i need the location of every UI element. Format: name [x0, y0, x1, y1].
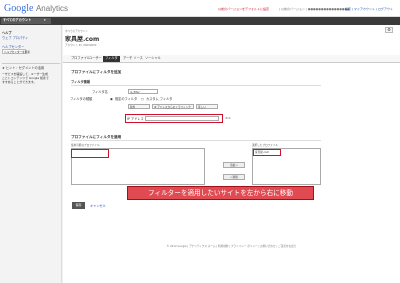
tab-users[interactable]: ユーザー: [87, 56, 104, 62]
ip-address-label: IP アドレス: [127, 117, 144, 121]
default-version-link[interactable]: 以前のバージョンをデフォルトに設定: [218, 7, 269, 11]
help-search-field[interactable]: ヘルプセンターを検索: [2, 49, 30, 54]
save-button[interactable]: 保存: [72, 202, 85, 209]
radio-custom[interactable]: ○: [141, 97, 144, 101]
filter-type-predefined-label: 既定のフィルタ: [115, 97, 138, 101]
header-nav-links[interactable]: 設定 | マイアカウント | ログアウト: [345, 7, 393, 11]
property-name: 家具屋.com: [65, 36, 100, 43]
available-profiles-label: 使用可能なプロファイル: [71, 144, 100, 147]
ip-version-hint: IPv6: [225, 117, 231, 120]
sidebar: ヘルプ ウェブ プロパティ ヘルプセンター ヘルプセンターを検索 ★ ヒント：セ…: [0, 25, 62, 283]
apply-section-divider: [71, 140, 321, 141]
tab-social[interactable]: ソーシャル: [143, 56, 163, 62]
filter-match-select[interactable]: 等しい: [196, 104, 218, 109]
account-id-label: アカウント ID: 00000000: [65, 44, 97, 47]
account-bar: すべてのアカウント ▾: [0, 17, 400, 25]
sidebar-tip-title: ★ ヒント：セグメントの活用: [2, 66, 45, 70]
filter-name-field[interactable]: ip_filter: [128, 89, 158, 94]
cancel-link[interactable]: キャンセル: [90, 204, 106, 208]
logo-analytics: Analytics: [35, 4, 68, 13]
user-account-links[interactable]: | 以前のバージョン | ●●●●●●●●●●●●●●●●: [279, 7, 350, 11]
selected-item-highlight[interactable]: 家具屋.com: [253, 149, 281, 156]
filter-action-select[interactable]: 除外: [128, 104, 150, 109]
tab-filters[interactable]: フィルタ: [103, 56, 120, 62]
logo-google: Google: [4, 3, 34, 14]
filter-type-label: フィルタの種類: [70, 97, 93, 101]
sidebar-help-title: ヘルプ: [2, 31, 12, 35]
add-button[interactable]: 追加 »: [223, 162, 245, 168]
available-item-highlight[interactable]: [71, 149, 109, 158]
breadcrumb[interactable]: すべてのアカウント: [65, 30, 88, 33]
filter-action-value: 除外: [130, 106, 136, 109]
instruction-annotation: フィルターを適用したいサイトを左から右に移動: [127, 186, 314, 200]
filter-name-label: フィルタ名: [92, 90, 108, 94]
google-analytics-logo[interactable]: Google Analytics: [4, 3, 84, 15]
sidebar-help-item[interactable]: ウェブ プロパティ: [2, 36, 28, 40]
filter-info-divider: [71, 85, 321, 86]
selected-profiles-label: 選択したプロファイル: [252, 144, 278, 147]
sidebar-divider: [2, 63, 60, 64]
filter-source-value: IP アドレスからのトラフィック: [154, 106, 191, 109]
filter-info-heading: フィルタ情報: [71, 80, 91, 84]
ip-address-field[interactable]: [145, 116, 219, 121]
sidebar-tip-line: すすめることができます。: [2, 80, 37, 84]
form-title: プロファイルにフィルタを追加: [71, 70, 122, 74]
account-selector-chevron-icon[interactable]: ▾: [44, 18, 46, 22]
remove-button[interactable]: « 削除: [223, 174, 245, 180]
radio-predefined[interactable]: ◉: [110, 97, 113, 101]
tab-data-sources[interactable]: アーチ ソース: [121, 56, 145, 62]
apply-section-title: プロファイルにフィルタを適用: [71, 135, 122, 139]
gear-icon[interactable]: ⚙: [385, 27, 393, 33]
selected-item-label: 家具屋.com: [255, 151, 270, 154]
filter-type-custom-label: カスタム フィルタ: [146, 97, 173, 101]
filter-source-select[interactable]: IP アドレスからのトラフィック: [152, 104, 194, 109]
help-search-label: ヘルプセンターを検索: [4, 51, 30, 54]
filter-match-value: 等しい: [198, 106, 206, 109]
footer-links[interactable]: © 2012 Google | アナリティクス ホーム | 利用規約 | プライ…: [63, 245, 400, 255]
filter-name-value: ip_filter: [130, 91, 140, 94]
